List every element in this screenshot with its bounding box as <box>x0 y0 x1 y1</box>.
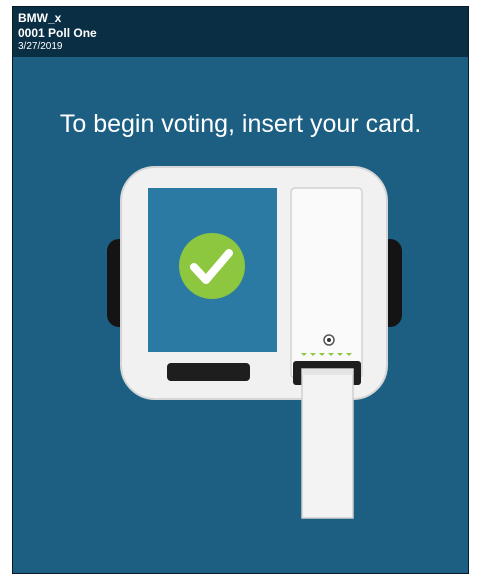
voting-machine-illustration <box>107 166 402 519</box>
voting-screen: BMW_x 0001 Poll One 3/27/2019 To begin v… <box>12 6 469 574</box>
card-slot <box>167 363 250 381</box>
sensor-icon <box>323 334 335 346</box>
inserted-card <box>301 368 354 519</box>
checkmark-icon <box>179 233 245 299</box>
printer-panel <box>290 187 363 379</box>
